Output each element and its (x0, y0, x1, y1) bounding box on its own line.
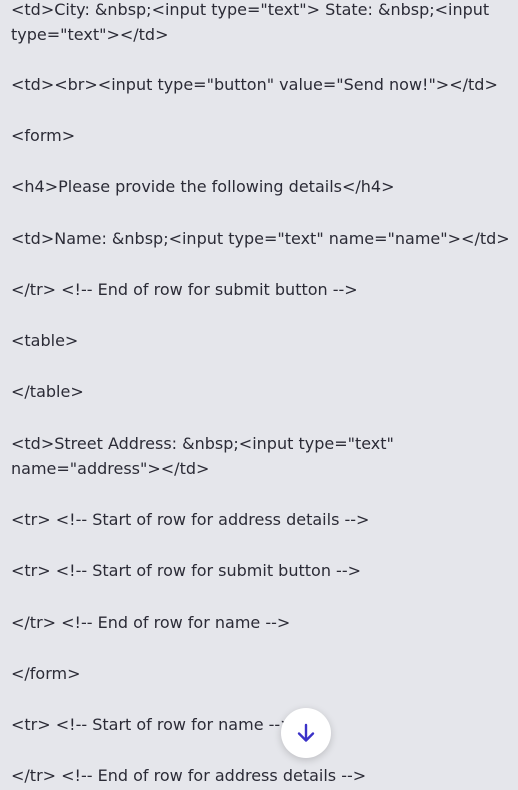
code-line: <td><br><input type="button" value="Send… (11, 75, 498, 94)
code-line: </table> (11, 382, 84, 401)
code-line: </tr> <!-- End of row for address detail… (11, 766, 367, 785)
code-line: </tr> <!-- End of row for submit button … (11, 280, 358, 299)
arrow-down-icon (297, 723, 315, 742)
code-line: <tr> <!-- Start of row for name --> (11, 715, 294, 734)
scroll-to-bottom-button[interactable] (281, 708, 331, 758)
code-line: </tr> <!-- End of row for name --> (11, 613, 291, 632)
code-line: <td>Street Address: &nbsp;<input type="t… (11, 434, 399, 478)
code-line: <h4>Please provide the following details… (11, 177, 395, 196)
code-line: </form> (11, 664, 81, 683)
code-line: <td>Name: &nbsp;<input type="text" name=… (11, 229, 510, 248)
code-line: <form> (11, 126, 76, 145)
code-line: <table> (11, 331, 79, 350)
code-line: <tr> <!-- Start of row for submit button… (11, 561, 361, 580)
code-line: <td>City: &nbsp;<input type="text"> Stat… (11, 0, 495, 44)
code-line: <tr> <!-- Start of row for address detai… (11, 510, 370, 529)
